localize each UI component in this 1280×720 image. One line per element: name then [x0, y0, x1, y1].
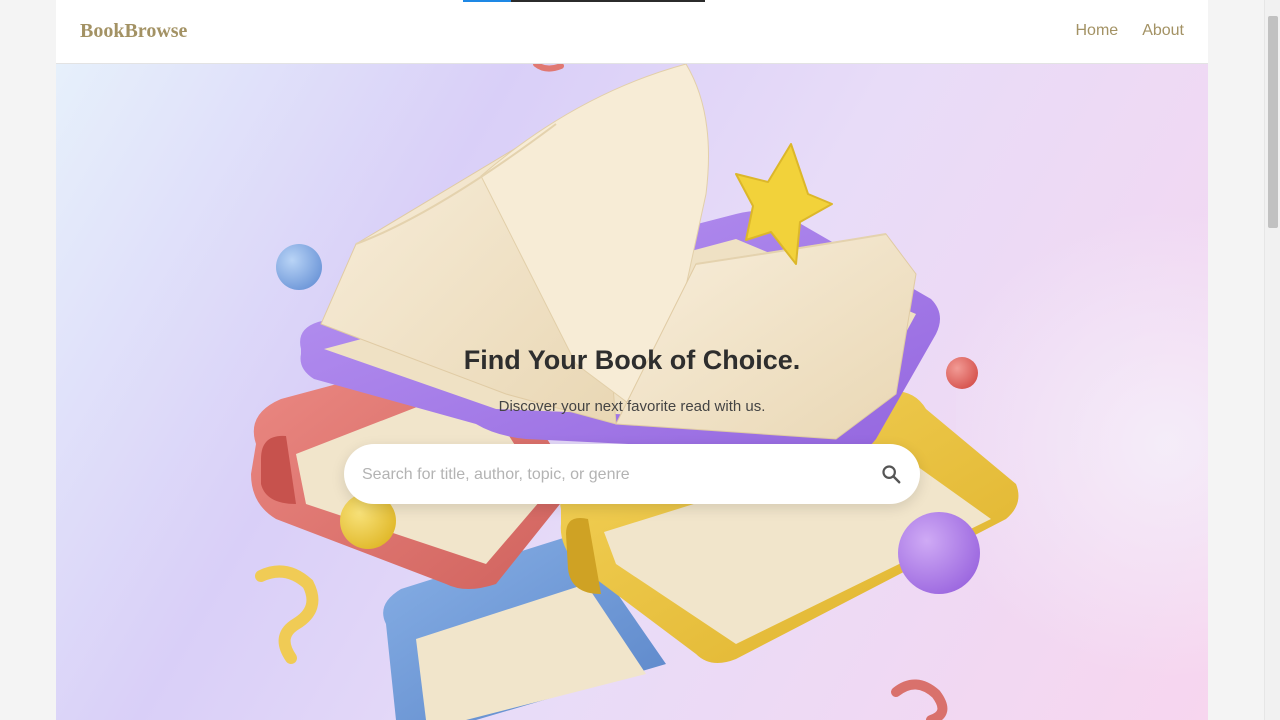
blue-ball-decoration [276, 244, 322, 290]
purple-ball-decoration [898, 512, 980, 594]
yellow-ribbon-decoration [255, 565, 319, 664]
hero-section: Find Your Book of Choice. Discover your … [56, 64, 1208, 720]
search-input[interactable] [360, 458, 854, 492]
nav-links: Home About [1076, 22, 1185, 40]
red-ribbon-decoration [891, 679, 948, 720]
hero-title: Find Your Book of Choice. [463, 345, 801, 375]
red-ribbon-top-decoration [533, 64, 564, 72]
page-loading-bar-fill [463, 0, 511, 2]
brand-logo[interactable]: BookBrowse [80, 20, 187, 43]
search-bar [344, 444, 920, 504]
nav-link-about[interactable]: About [1142, 22, 1184, 40]
stacked-books-illustration [251, 64, 1019, 720]
search-icon[interactable] [880, 463, 902, 485]
hero-subtitle: Discover your next favorite read with us… [498, 398, 766, 415]
page: BookBrowse Home About Find Your Book of … [56, 0, 1208, 720]
page-loading-bar [463, 0, 705, 2]
top-navbar: BookBrowse Home About [56, 0, 1208, 64]
nav-link-home[interactable]: Home [1076, 22, 1119, 40]
scrollbar-thumb[interactable] [1268, 16, 1278, 228]
page-scrollbar[interactable] [1264, 0, 1280, 720]
